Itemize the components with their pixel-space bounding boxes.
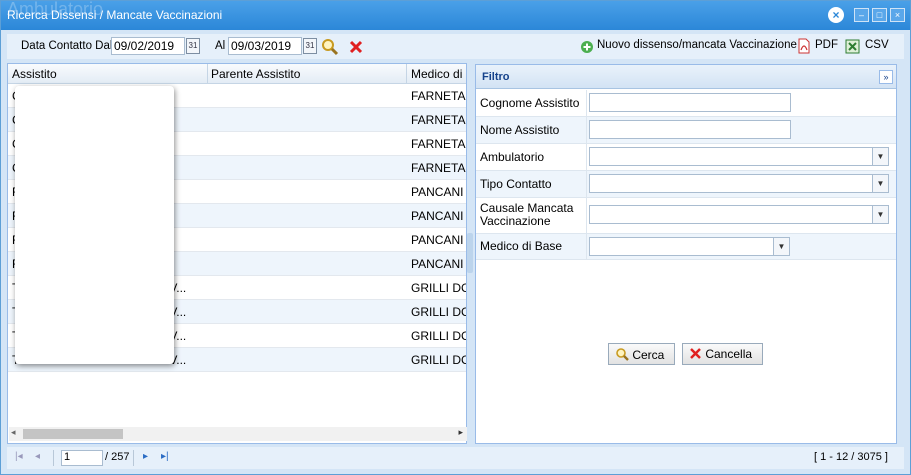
- first-page-icon[interactable]: |◂: [15, 451, 23, 462]
- cell-medico: FARNETANI: [411, 161, 466, 175]
- window-title: Ricerca Dissensi / Mancate Vaccinazioni: [7, 8, 223, 22]
- column-header-assistito[interactable]: Assistito: [12, 67, 57, 81]
- pdf-icon[interactable]: [797, 38, 811, 54]
- cell-medico: PANCANI: [411, 185, 464, 199]
- filter-divider: [586, 234, 587, 259]
- date-to-field[interactable]: 09/03/2019: [228, 37, 302, 55]
- filter-row-cognome: Cognome Assistito: [476, 90, 896, 117]
- clear-icon[interactable]: [348, 39, 364, 55]
- nome-label: Nome Assistito: [480, 123, 560, 137]
- cell-medico: FARNETANI: [411, 89, 466, 103]
- filter-panel: Filtro » Cognome Assistito Nome Assistit…: [475, 64, 897, 444]
- column-header-medico[interactable]: Medico di Base: [411, 67, 466, 81]
- tipo-contatto-select[interactable]: ▼: [589, 174, 889, 193]
- column-header-parente[interactable]: Parente Assistito: [211, 67, 300, 81]
- search-icon: [616, 348, 629, 361]
- scroll-right-icon[interactable]: ▸: [458, 427, 463, 438]
- filter-row-tipo-contatto: Tipo Contatto ▼: [476, 171, 896, 198]
- ambulatorio-label: Ambulatorio: [480, 150, 545, 164]
- csv-button[interactable]: CSV: [865, 39, 889, 51]
- chevron-down-icon[interactable]: ▼: [872, 148, 888, 165]
- nome-input[interactable]: [589, 120, 791, 139]
- close-icon[interactable]: ×: [890, 8, 905, 22]
- cognome-label: Cognome Assistito: [480, 96, 580, 110]
- date-to-label: Al: [215, 40, 226, 52]
- add-icon[interactable]: [580, 40, 594, 54]
- calendar-icon[interactable]: 31: [186, 38, 200, 54]
- search-window: Ambulatorio Ricerca Dissensi / Mancate V…: [0, 0, 911, 475]
- filter-row-causale: Causale Mancata Vaccinazione ▼: [476, 198, 896, 234]
- filter-title: Filtro: [482, 71, 510, 83]
- pager-divider: [133, 450, 134, 466]
- tipo-contatto-label: Tipo Contatto: [480, 177, 552, 191]
- chevron-down-icon[interactable]: ▼: [773, 238, 789, 255]
- cognome-input[interactable]: [589, 93, 791, 112]
- causale-select[interactable]: ▼: [589, 205, 889, 224]
- clear-button[interactable]: Cancella: [682, 343, 763, 365]
- csv-icon[interactable]: [845, 39, 860, 54]
- cell-medico: GRILLI DC: [411, 305, 467, 319]
- results-grid: Assistito Parente Assistito Medico di Ba…: [7, 63, 467, 444]
- date-from-label: Data Contatto Dal: [21, 40, 113, 52]
- cell-medico: GRILLI DC: [411, 281, 467, 295]
- filter-divider: [586, 90, 587, 116]
- cell-medico: GRILLI DC: [411, 353, 467, 367]
- search-icon[interactable]: [321, 38, 339, 56]
- last-page-icon[interactable]: ▸|: [161, 451, 169, 462]
- cell-medico: FARNETANI: [411, 113, 466, 127]
- toolbar: Data Contatto Dal 09/02/2019 31 Al 09/03…: [7, 34, 904, 59]
- cell-medico: GRILLI DC: [411, 329, 467, 343]
- collapse-icon[interactable]: »: [879, 70, 893, 84]
- cell-medico: FARNETANI: [411, 137, 466, 151]
- filter-row-nome: Nome Assistito: [476, 117, 896, 144]
- filter-header: Filtro »: [476, 65, 896, 89]
- horizontal-scrollbar[interactable]: ◂ ▸: [9, 427, 467, 441]
- grid-header: Assistito Parente Assistito Medico di Ba…: [8, 64, 466, 84]
- record-range: [ 1 - 12 / 3075 ]: [814, 451, 888, 463]
- column-divider[interactable]: [207, 64, 208, 84]
- minimize-icon[interactable]: –: [854, 8, 869, 22]
- close-circle-icon[interactable]: ×: [828, 7, 844, 23]
- filter-row-medico: Medico di Base ▼: [476, 234, 896, 260]
- scrollbar-thumb[interactable]: [23, 429, 123, 439]
- prev-page-icon[interactable]: ◂: [35, 451, 40, 462]
- new-dissent-button[interactable]: Nuovo dissenso/mancata Vaccinazione: [597, 39, 797, 51]
- pdf-button[interactable]: PDF: [815, 39, 838, 51]
- date-from-field[interactable]: 09/02/2019: [111, 37, 185, 55]
- total-pages: / 257: [105, 451, 130, 463]
- column-divider[interactable]: [406, 64, 407, 84]
- filter-divider: [586, 144, 587, 170]
- medico-label: Medico di Base: [480, 239, 563, 253]
- ambulatorio-select[interactable]: ▼: [589, 147, 889, 166]
- popup-overlay: [15, 86, 174, 364]
- next-page-icon[interactable]: ▸: [143, 451, 148, 462]
- chevron-down-icon[interactable]: ▼: [872, 175, 888, 192]
- cell-medico: PANCANI: [411, 209, 464, 223]
- clear-button-label: Cancella: [705, 347, 753, 361]
- calendar-icon[interactable]: 31: [303, 38, 317, 54]
- maximize-icon[interactable]: □: [872, 8, 887, 22]
- search-button-label: Cerca: [632, 348, 665, 362]
- pager-divider: [53, 450, 54, 466]
- pager: |◂ ◂ 1 / 257 ▸ ▸| [ 1 - 12 / 3075 ]: [7, 447, 904, 469]
- chevron-down-icon[interactable]: ▼: [872, 206, 888, 223]
- filter-divider: [586, 117, 587, 143]
- close-icon: [690, 348, 701, 359]
- cell-medico: PANCANI: [411, 233, 464, 247]
- filter-divider: [586, 198, 587, 233]
- scroll-left-icon[interactable]: ◂: [11, 427, 16, 438]
- cell-medico: PANCANI: [411, 257, 464, 271]
- filter-divider: [586, 171, 587, 197]
- title-bar[interactable]: Ambulatorio Ricerca Dissensi / Mancate V…: [1, 0, 910, 30]
- causale-label: Causale Mancata Vaccinazione: [480, 201, 574, 228]
- panel-splitter[interactable]: [467, 233, 473, 273]
- page-input[interactable]: 1: [61, 450, 103, 466]
- filter-row-ambulatorio: Ambulatorio ▼: [476, 144, 896, 171]
- medico-select[interactable]: ▼: [589, 237, 790, 256]
- search-button[interactable]: Cerca: [608, 343, 675, 365]
